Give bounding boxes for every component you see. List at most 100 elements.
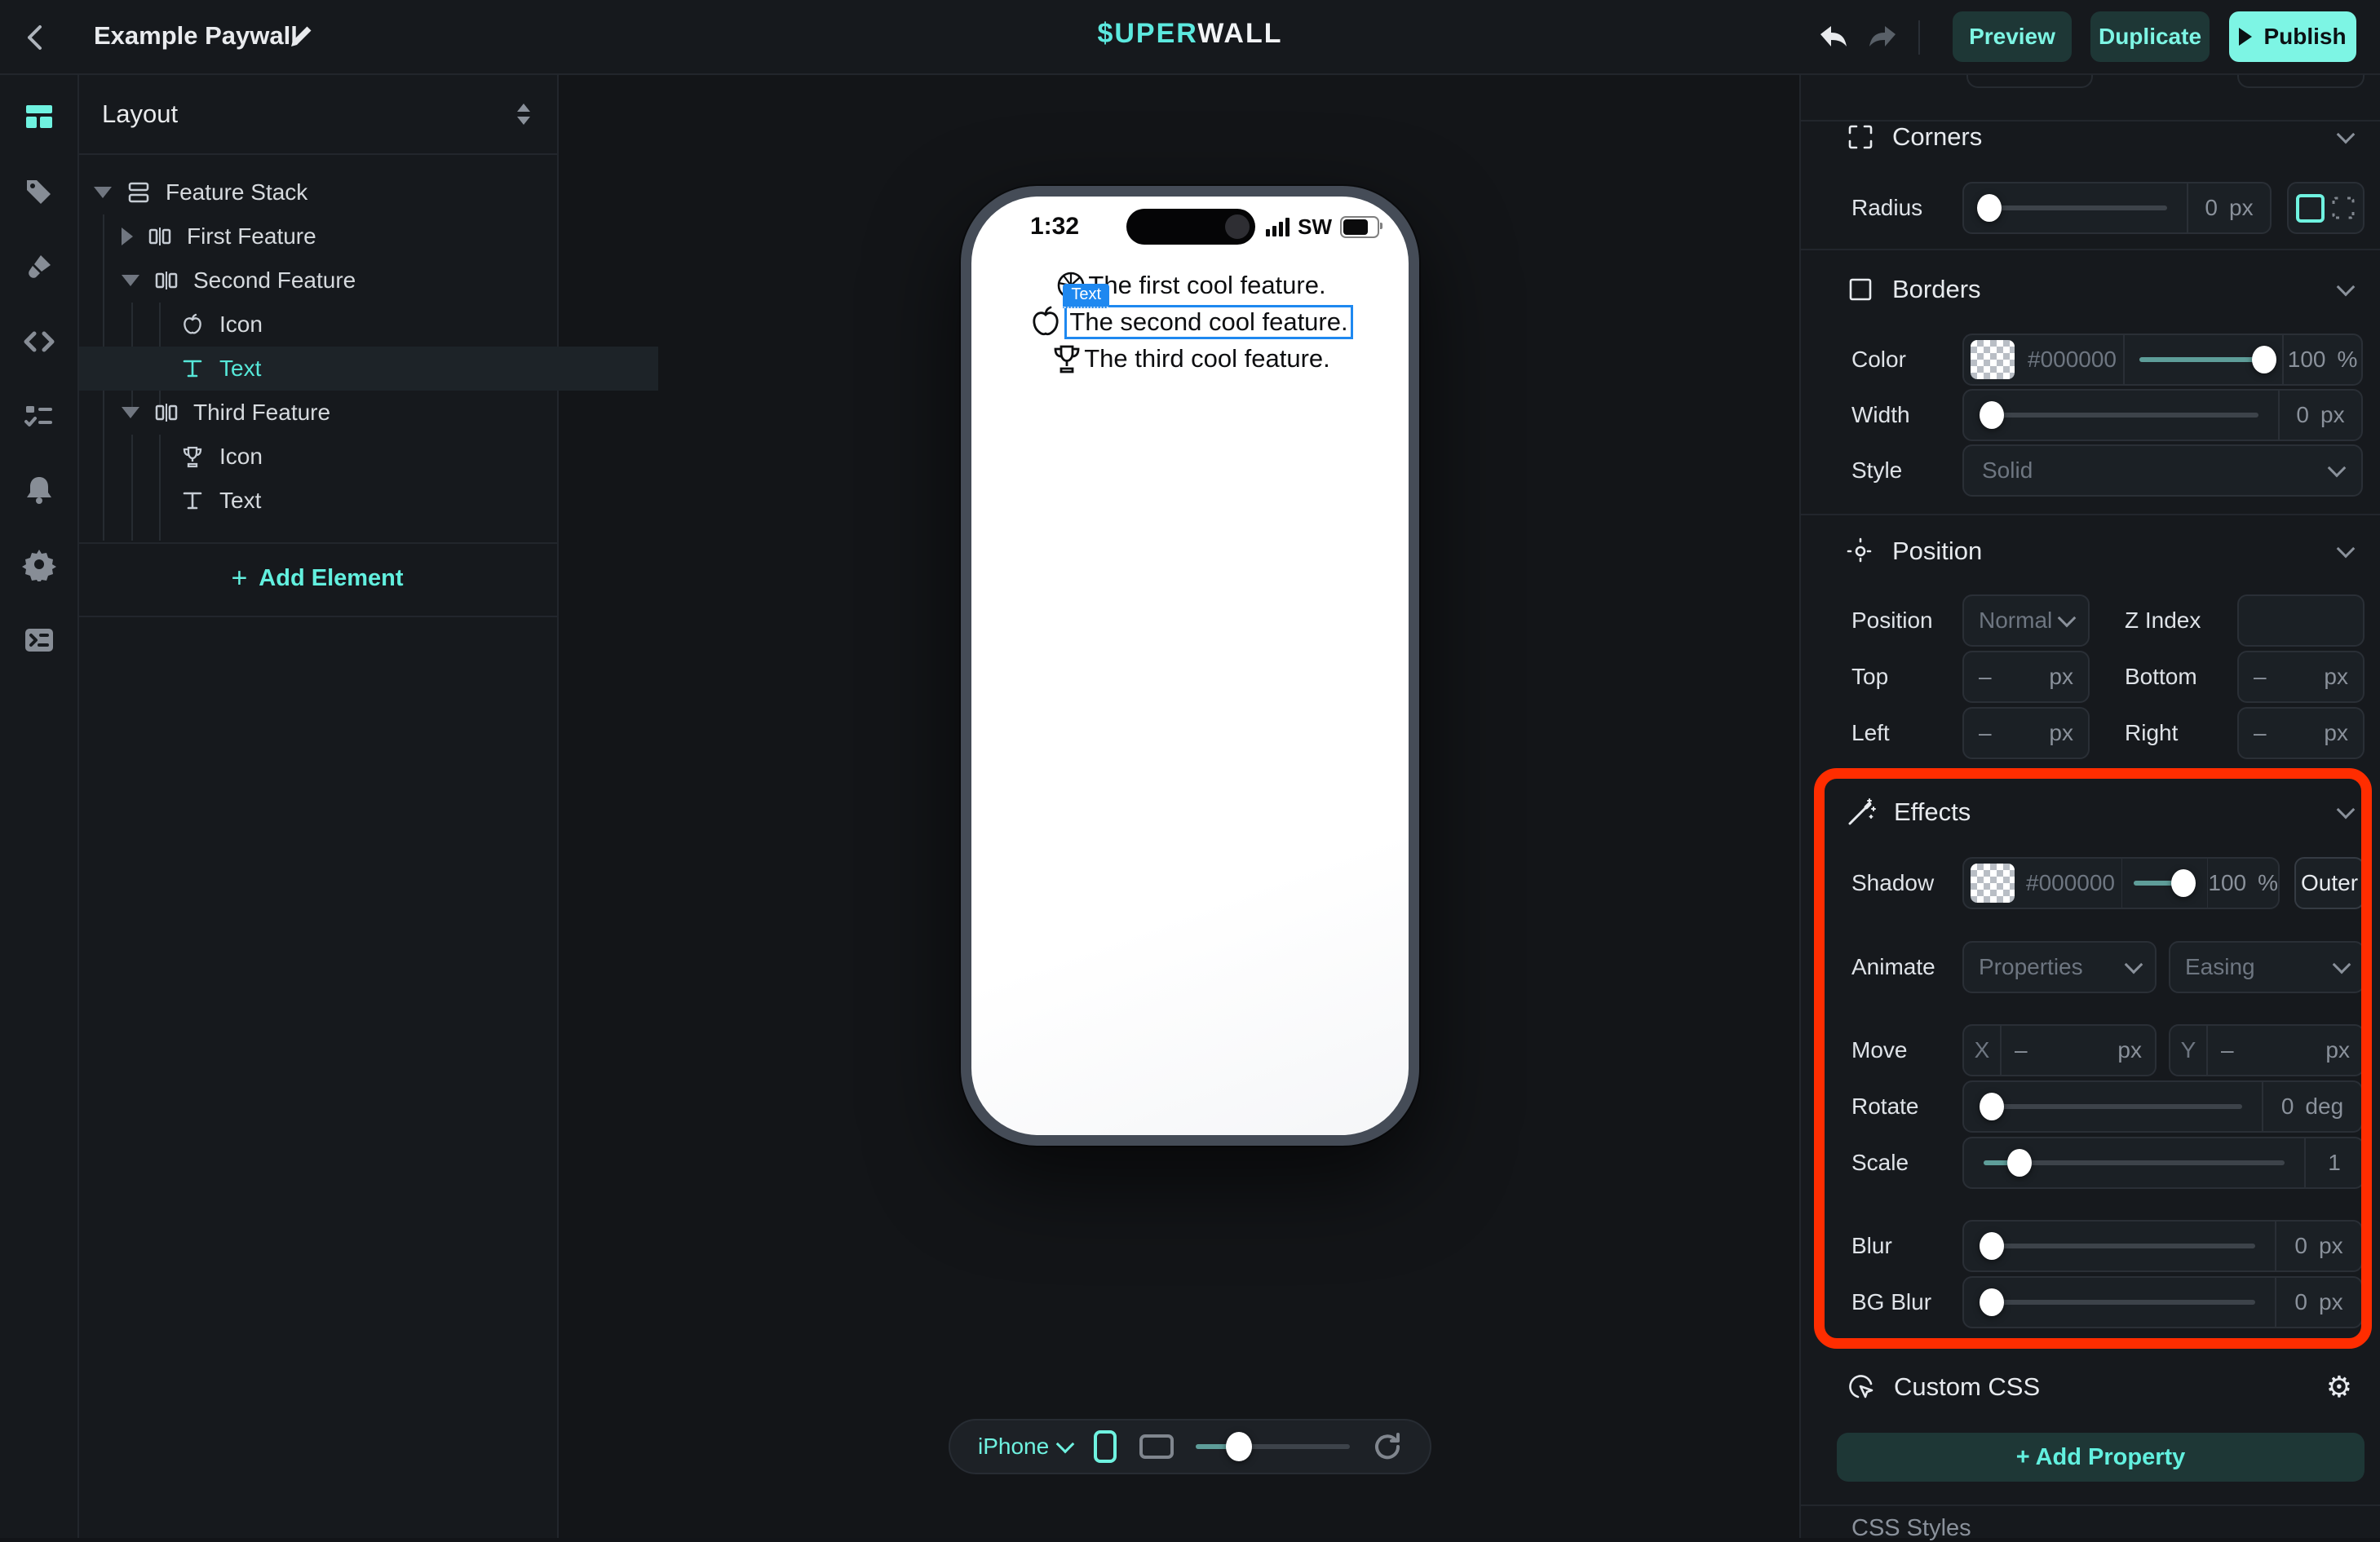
- undo-icon[interactable]: [1817, 20, 1851, 54]
- feature-text[interactable]: The third cool feature.: [1084, 344, 1330, 373]
- add-property-button[interactable]: + Add Property: [1837, 1433, 2365, 1482]
- portrait-mode-icon[interactable]: [1093, 1429, 1117, 1464]
- border-style-select[interactable]: Solid: [1962, 444, 2363, 497]
- blur-slider-knob[interactable]: [1980, 1232, 2004, 1260]
- position-section-header[interactable]: Position: [1847, 532, 2352, 570]
- border-width-knob[interactable]: [1980, 401, 2004, 429]
- scale-slider-knob[interactable]: [2007, 1149, 2032, 1177]
- tree-item-first-feature[interactable]: First Feature: [77, 214, 601, 258]
- border-opacity-value[interactable]: 100: [2288, 347, 2326, 373]
- shadow-opacity-knob[interactable]: [2171, 869, 2196, 897]
- publish-button[interactable]: Publish: [2229, 11, 2356, 62]
- tree-item-icon[interactable]: Icon: [77, 303, 658, 347]
- shadow-hex[interactable]: #000000: [2026, 870, 2115, 896]
- border-width-value[interactable]: 0: [2296, 402, 2309, 428]
- bgblur-slider-knob[interactable]: [1980, 1288, 2004, 1316]
- effects-section-header[interactable]: Effects: [1847, 793, 2352, 831]
- border-opacity-slider[interactable]: [2139, 357, 2267, 362]
- corners-section-header[interactable]: Corners: [1847, 118, 2352, 156]
- rotate-slider[interactable]: [1984, 1104, 2242, 1109]
- animate-properties-select[interactable]: Properties: [1962, 941, 2157, 993]
- caret-down-icon[interactable]: [122, 407, 139, 418]
- tree-item-icon[interactable]: Icon: [77, 435, 658, 479]
- tree-item-text-selected[interactable]: Text: [77, 347, 658, 391]
- borders-section-header[interactable]: Borders: [1847, 271, 2352, 308]
- right-input[interactable]: – px: [2237, 707, 2365, 759]
- paywall-title: Example Paywall: [94, 21, 298, 51]
- caret-down-icon[interactable]: [122, 275, 139, 286]
- caret-right-icon[interactable]: [122, 228, 133, 245]
- shadow-color-swatch[interactable]: [1971, 864, 2015, 903]
- bgblur-value[interactable]: 0: [2294, 1289, 2307, 1315]
- preview-button[interactable]: Preview: [1953, 11, 2072, 62]
- position-mode-select[interactable]: Normal: [1962, 594, 2090, 647]
- caret-down-icon[interactable]: [94, 187, 112, 198]
- tree-item-third-feature[interactable]: Third Feature: [77, 391, 601, 435]
- feature-row-2[interactable]: Text The second cool feature.: [1027, 303, 1352, 340]
- chevron-down-icon[interactable]: [2337, 278, 2356, 297]
- back-button[interactable]: [18, 19, 55, 56]
- zoom-slider[interactable]: [1196, 1444, 1350, 1449]
- scale-value[interactable]: 1: [2328, 1150, 2341, 1176]
- paintbrush-icon[interactable]: [22, 250, 56, 285]
- add-element-button[interactable]: + Add Element: [77, 556, 557, 600]
- reset-zoom-icon[interactable]: [1371, 1431, 1402, 1462]
- move-y-input[interactable]: Y – px: [2169, 1024, 2365, 1076]
- iphone-screen[interactable]: 1:32 SW The first cool feature.: [971, 197, 1409, 1135]
- rotate-value[interactable]: 0: [2281, 1094, 2294, 1120]
- panel-divider: [77, 616, 557, 617]
- radius-slider-knob[interactable]: [1977, 194, 2002, 222]
- terminal-icon[interactable]: [22, 623, 56, 657]
- chevron-down-icon[interactable]: [2337, 801, 2356, 820]
- tree-item-text[interactable]: Text: [77, 479, 658, 523]
- bell-icon[interactable]: [22, 473, 56, 507]
- zoom-slider-knob[interactable]: [1226, 1432, 1252, 1461]
- feature-text[interactable]: The first cool feature.: [1088, 271, 1325, 300]
- top-input[interactable]: – px: [1962, 651, 2090, 703]
- move-x-input[interactable]: X – px: [1962, 1024, 2157, 1076]
- shadow-mode-button[interactable]: Outer: [2294, 857, 2365, 909]
- tree-item-feature-stack[interactable]: Feature Stack: [77, 170, 573, 214]
- device-select[interactable]: iPhone: [978, 1434, 1072, 1460]
- edit-title-icon[interactable]: [287, 23, 315, 51]
- radius-slider[interactable]: [1984, 205, 2167, 210]
- css-settings-gear-icon[interactable]: ⚙: [2326, 1371, 2352, 1404]
- custom-css-section-header[interactable]: Custom CSS ⚙: [1847, 1368, 2352, 1406]
- shadow-opacity-slider[interactable]: [2134, 881, 2196, 886]
- landscape-mode-icon[interactable]: [1139, 1434, 1175, 1460]
- uniform-radius-button[interactable]: [2296, 194, 2325, 223]
- tree-item-second-feature[interactable]: Second Feature: [77, 258, 601, 303]
- blur-value[interactable]: 0: [2294, 1233, 2307, 1259]
- shadow-opacity-value[interactable]: 100: [2208, 870, 2246, 896]
- animate-easing-select[interactable]: Easing: [2169, 941, 2365, 993]
- feature-row-3[interactable]: The third cool feature.: [1050, 340, 1330, 377]
- settings-gear-icon[interactable]: [22, 547, 56, 581]
- chevron-down-icon[interactable]: [2337, 126, 2356, 144]
- border-opacity-knob[interactable]: [2252, 346, 2276, 373]
- tag-icon[interactable]: [22, 175, 56, 210]
- chevron-down-icon[interactable]: [2337, 540, 2356, 559]
- border-width-slider[interactable]: [1984, 413, 2258, 418]
- canvas[interactable]: 1:32 SW The first cool feature.: [559, 73, 1799, 1538]
- left-input[interactable]: – px: [1962, 707, 2090, 759]
- add-element-label: Add Element: [259, 565, 403, 592]
- bottom-input[interactable]: – px: [2237, 651, 2365, 703]
- duplicate-button[interactable]: Duplicate: [2090, 11, 2210, 62]
- checklist-icon[interactable]: [22, 399, 56, 433]
- border-color-hex[interactable]: #000000: [2028, 347, 2117, 373]
- bgblur-slider[interactable]: [1984, 1300, 2255, 1305]
- code-icon[interactable]: [22, 325, 56, 359]
- redo-icon[interactable]: [1865, 20, 1899, 54]
- selected-feature-text[interactable]: Text The second cool feature.: [1064, 305, 1352, 339]
- scale-slider[interactable]: [1984, 1160, 2285, 1165]
- per-corner-radius-button[interactable]: [2331, 196, 2356, 220]
- radius-field[interactable]: 0 px: [1962, 182, 2272, 234]
- feature-text[interactable]: The second cool feature.: [1069, 307, 1347, 336]
- layout-panel-icon[interactable]: [22, 99, 56, 134]
- sort-icon[interactable]: [513, 100, 534, 128]
- rotate-slider-knob[interactable]: [1980, 1093, 2004, 1120]
- color-swatch[interactable]: [1971, 340, 2015, 379]
- blur-slider[interactable]: [1984, 1244, 2255, 1248]
- radius-value[interactable]: 0: [2205, 195, 2218, 221]
- zindex-input[interactable]: [2237, 594, 2365, 647]
